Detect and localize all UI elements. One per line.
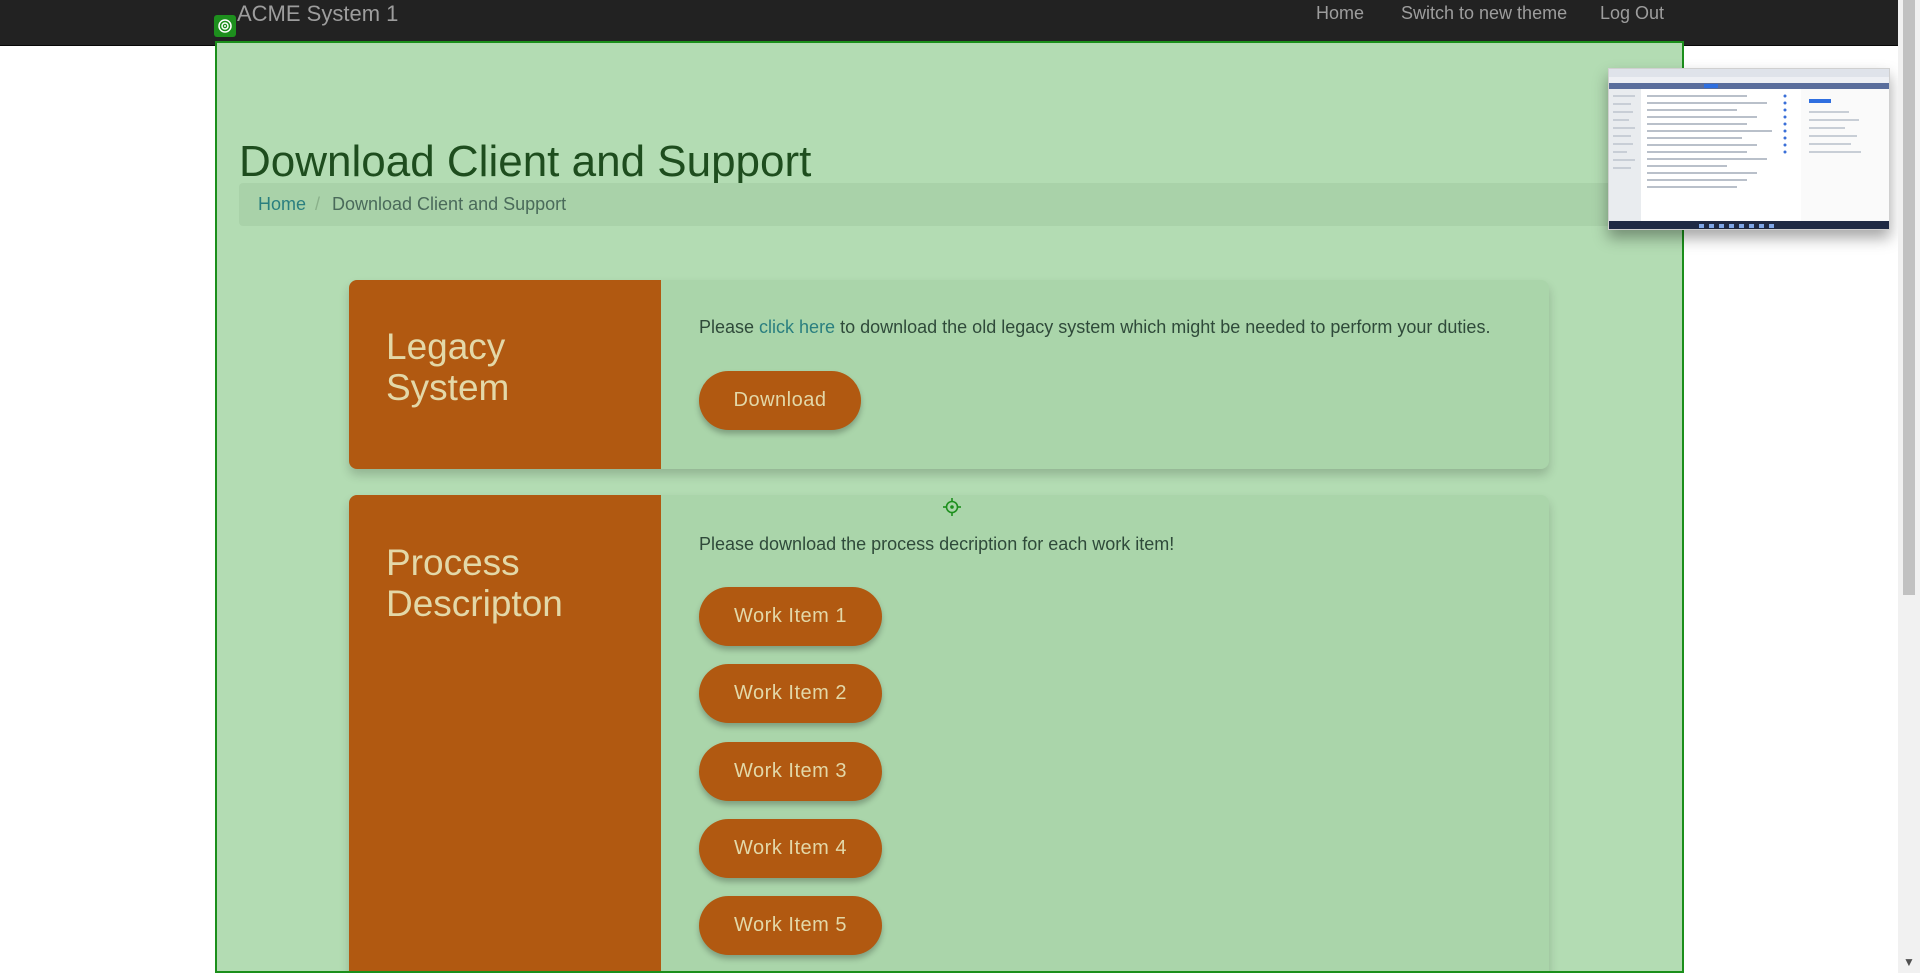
- legacy-system-card: Legacy System Please click here to downl…: [349, 280, 1549, 469]
- page-scrollbar[interactable]: ▼: [1898, 0, 1920, 973]
- work-item-4-button[interactable]: Work Item 4: [699, 819, 882, 878]
- scrollbar-thumb[interactable]: [1903, 0, 1915, 595]
- legacy-description: Please click here to download the old le…: [699, 317, 1490, 338]
- work-item-3-button[interactable]: Work Item 3: [699, 742, 882, 801]
- process-description-text: Please download the process decription f…: [699, 534, 1175, 554]
- crosshair-icon: [943, 498, 961, 516]
- legacy-card-side: Legacy System: [349, 280, 661, 469]
- work-item-5-button[interactable]: Work Item 5: [699, 896, 882, 955]
- breadcrumb-home-link[interactable]: Home: [258, 194, 306, 215]
- work-item-1-button[interactable]: Work Item 1: [699, 587, 882, 646]
- nav-link-home[interactable]: Home: [1316, 3, 1364, 24]
- nav-link-switch-theme[interactable]: Switch to new theme: [1401, 3, 1567, 24]
- process-title-line2: Descripton: [386, 583, 563, 624]
- nav-link-logout[interactable]: Log Out: [1600, 3, 1664, 24]
- screenshot-thumbnail[interactable]: [1608, 68, 1890, 230]
- breadcrumb-separator: /: [315, 194, 321, 214]
- scroll-down-arrow-icon[interactable]: ▼: [1903, 955, 1915, 969]
- process-card-body: Please download the process decription f…: [661, 495, 1549, 971]
- legacy-text-after: to download the old legacy system which …: [835, 317, 1491, 337]
- legacy-text-before: Please: [699, 317, 760, 337]
- process-card-title: Process Descripton: [386, 542, 563, 624]
- download-button[interactable]: Download: [699, 371, 861, 430]
- target-icon: [214, 15, 236, 37]
- main-container: Download Client and Support Home / Downl…: [215, 41, 1684, 973]
- legacy-title-line1: Legacy: [386, 326, 506, 367]
- legacy-card-title: Legacy System: [386, 326, 509, 408]
- breadcrumb-current: Download Client and Support: [332, 194, 567, 214]
- click-here-link[interactable]: click here: [759, 317, 835, 337]
- legacy-title-line2: System: [386, 367, 510, 408]
- process-title-line1: Process: [386, 542, 520, 583]
- legacy-card-body: Please click here to download the old le…: [661, 280, 1549, 469]
- breadcrumb: Home / Download Client and Support: [239, 183, 1669, 226]
- brand-title[interactable]: ACME System 1: [237, 1, 398, 27]
- process-card-side: Process Descripton: [349, 495, 661, 971]
- work-item-2-button[interactable]: Work Item 2: [699, 664, 882, 723]
- page-title: Download Client and Support: [239, 137, 812, 186]
- top-navbar: ACME System 1 Home Switch to new theme L…: [0, 0, 1898, 46]
- process-description-card: Process Descripton Please download the p…: [349, 495, 1549, 971]
